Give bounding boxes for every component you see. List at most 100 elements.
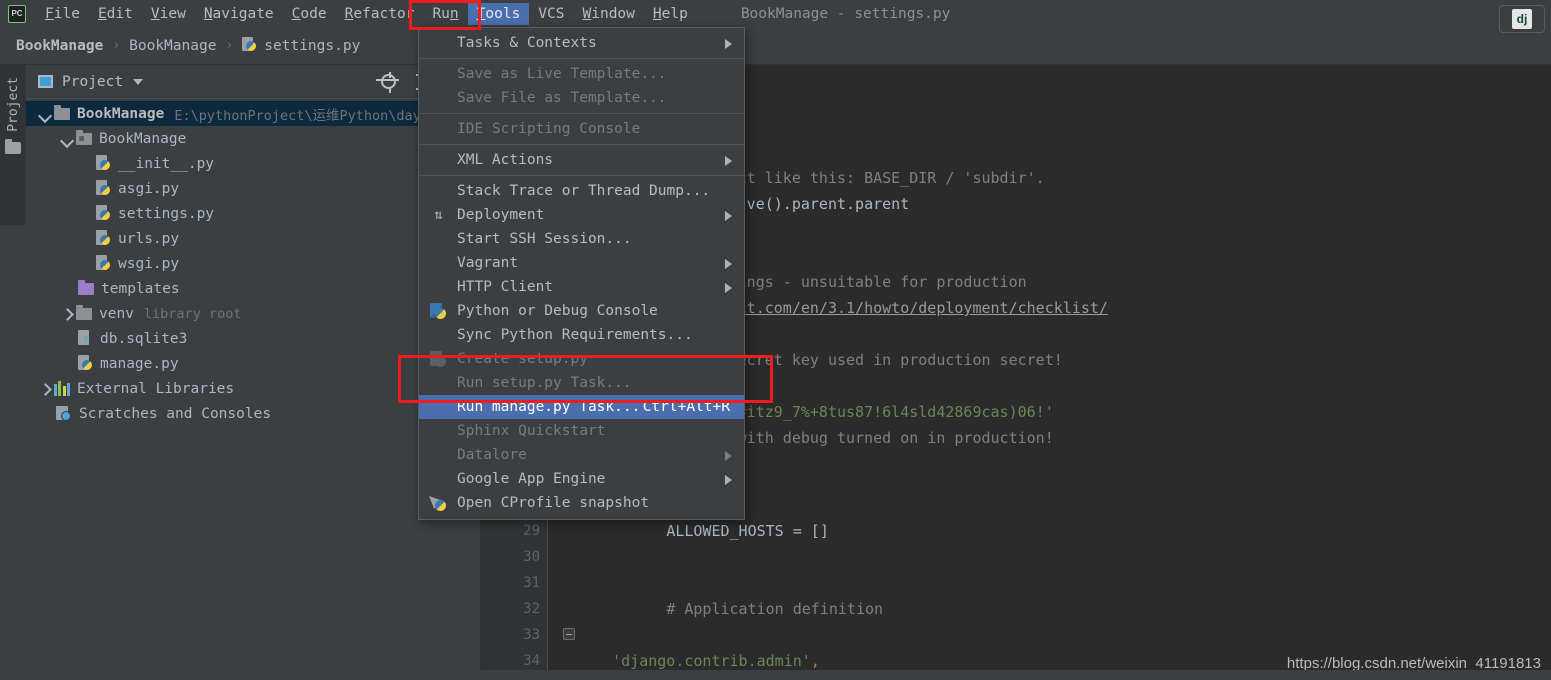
menu-item-save-file-as-template[interactable]: Save File as Template... <box>419 86 744 110</box>
chevron-right-icon[interactable] <box>38 382 52 396</box>
code-line: # Application definition <box>666 600 884 618</box>
breadcrumb-separator: › <box>225 38 234 53</box>
menu-item-label: Run manage.py Task... <box>457 399 641 415</box>
menu-item-http-client[interactable]: HTTP Client <box>419 275 744 299</box>
tree-item-scratches-and-consoles[interactable]: Scratches and Consoles <box>26 401 480 426</box>
menu-vcs[interactable]: VCS <box>529 3 573 25</box>
scratches-icon <box>56 405 72 422</box>
tools-menu-dropdown[interactable]: Tasks & Contexts Save as Live Template..… <box>418 27 745 520</box>
pycharm-logo-icon: PC <box>8 4 26 23</box>
window-title: BookManage - settings.py <box>740 5 951 22</box>
breadcrumb-item-2[interactable]: settings.py <box>264 38 360 54</box>
menu-item-label: Deployment <box>457 207 545 223</box>
python-gray-icon <box>430 351 447 368</box>
tree-item-wsgi-py[interactable]: wsgi.py <box>26 251 480 276</box>
chevron-right-icon[interactable] <box>60 307 74 321</box>
line-number: 31 <box>523 575 540 591</box>
submenu-arrow-icon <box>725 156 732 166</box>
tree-item-asgi-py[interactable]: asgi.py <box>26 176 480 201</box>
tree-item-path: E:\pythonProject\运维Python\day <box>174 107 421 124</box>
breadcrumb-item-1[interactable]: BookManage <box>129 38 216 54</box>
breadcrumb-separator: › <box>112 38 121 53</box>
code-fold-icon[interactable] <box>563 628 575 640</box>
menu-item-label: HTTP Client <box>457 279 554 295</box>
menu-edit[interactable]: Edit <box>89 3 142 25</box>
tree-item-manage-py[interactable]: manage.py <box>26 351 480 376</box>
menu-item-google-app-engine[interactable]: Google App Engine <box>419 467 744 491</box>
menu-item-open-cprofile-snapshot[interactable]: Open CProfile snapshot <box>419 491 744 515</box>
menu-code[interactable]: Code <box>283 3 336 25</box>
menu-item-stack-trace-or-thread-dump[interactable]: Stack Trace or Thread Dump... <box>419 179 744 203</box>
breadcrumb: BookManage › BookManage › settings.py <box>0 27 1551 65</box>
menu-item-vagrant[interactable]: Vagrant <box>419 251 744 275</box>
folder-icon <box>76 304 92 320</box>
tree-item-label: db.sqlite3 <box>100 330 188 347</box>
code-line-installed-apps: INSTALLED_APPS = [ <box>563 622 1551 680</box>
tree-item-label: BookManage <box>77 105 165 122</box>
chevron-down-icon[interactable] <box>60 132 74 146</box>
menu-item-tasks-and-contexts[interactable]: Tasks & Contexts <box>419 31 744 55</box>
menu-tools[interactable]: Tools <box>467 2 530 25</box>
menu-separator <box>419 144 744 145</box>
menu-view[interactable]: View <box>142 3 195 25</box>
menu-bar: PC File Edit View Navigate Code Refactor… <box>0 0 1551 27</box>
pycharm-window: PC File Edit View Navigate Code Refactor… <box>0 0 1551 680</box>
line-number: 32 <box>523 601 540 617</box>
menu-item-label: Start SSH Session... <box>457 231 632 247</box>
menu-refactor[interactable]: Refactor <box>336 3 424 25</box>
tree-item-settings-py[interactable]: settings.py <box>26 201 480 226</box>
breadcrumb-item-0[interactable]: BookManage <box>16 38 103 54</box>
menu-item-sync-python-requirements[interactable]: Sync Python Requirements... <box>419 323 744 347</box>
menu-item-deployment[interactable]: ⇅ Deployment <box>419 203 744 227</box>
menu-item-label: Create setup.py <box>457 351 588 367</box>
menu-item-ide-scripting-console[interactable]: IDE Scripting Console <box>419 117 744 141</box>
templates-folder-icon <box>78 279 94 295</box>
tree-item-init-py[interactable]: __init__.py <box>26 151 480 176</box>
menu-help[interactable]: Help <box>644 3 697 25</box>
menu-navigate[interactable]: Navigate <box>195 3 283 25</box>
tree-item-label: External Libraries <box>77 380 235 397</box>
tree-item-db-sqlite3[interactable]: ? db.sqlite3 <box>26 326 480 351</box>
tree-item-label: __init__.py <box>118 155 215 172</box>
menu-item-datalore[interactable]: Datalore <box>419 443 744 467</box>
menu-item-save-as-live-template[interactable]: Save as Live Template... <box>419 62 744 86</box>
tool-window-tab-project[interactable]: Project <box>6 77 21 132</box>
menu-item-create-setup-py[interactable]: Create setup.py <box>419 347 744 371</box>
deployment-icon: ⇅ <box>434 207 443 223</box>
tree-item-bookmanage-root[interactable]: BookManage E:\pythonProject\运维Python\day <box>26 101 480 126</box>
menu-item-label: IDE Scripting Console <box>457 121 641 137</box>
menu-item-start-ssh-session[interactable]: Start SSH Session... <box>419 227 744 251</box>
chevron-down-icon[interactable] <box>133 78 144 85</box>
editor-code-bottom[interactable]: 28 29 30 31 32 33 34 ALLOWED_HOSTS = [] … <box>481 492 1551 680</box>
menu-item-run-setup-py-task[interactable]: Run setup.py Task... <box>419 371 744 395</box>
tree-item-venv[interactable]: venv library root <box>26 301 480 326</box>
module-folder-icon <box>76 129 92 145</box>
menu-item-sphinx-quickstart[interactable]: Sphinx Quickstart <box>419 419 744 443</box>
menu-item-xml-actions[interactable]: XML Actions <box>419 148 744 172</box>
tree-item-label: urls.py <box>118 230 180 247</box>
tree-item-bookmanage-module[interactable]: BookManage <box>26 126 480 151</box>
project-panel-header: Project <box>26 65 480 99</box>
project-panel-title: Project <box>62 73 124 90</box>
chevron-down-icon[interactable] <box>38 107 52 121</box>
menu-item-label: Sync Python Requirements... <box>457 327 693 343</box>
django-console-button[interactable]: dj <box>1499 5 1545 33</box>
tree-item-urls-py[interactable]: urls.py <box>26 226 480 251</box>
tree-item-templates[interactable]: templates <box>26 276 480 301</box>
menu-item-label: Open CProfile snapshot <box>457 495 650 511</box>
tree-item-label: manage.py <box>100 355 179 372</box>
tree-item-external-libraries[interactable]: External Libraries <box>26 376 480 401</box>
menu-item-label: Python or Debug Console <box>457 303 658 319</box>
folder-icon <box>5 138 21 154</box>
menu-item-label: Vagrant <box>457 255 519 271</box>
menu-item-python-or-debug-console[interactable]: Python or Debug Console <box>419 299 744 323</box>
python-file-icon <box>242 37 258 54</box>
menu-item-label: Save File as Template... <box>457 90 667 106</box>
menu-file[interactable]: File <box>36 3 89 25</box>
menu-window[interactable]: Window <box>574 3 644 25</box>
menu-item-label: Run setup.py Task... <box>457 375 632 391</box>
menu-item-run-manage-py-task[interactable]: Run manage.py Task... Ctrl+Alt+R <box>419 395 744 419</box>
menu-run[interactable]: Run <box>423 3 467 25</box>
menu-item-label: XML Actions <box>457 152 554 168</box>
locate-icon[interactable] <box>376 72 399 93</box>
